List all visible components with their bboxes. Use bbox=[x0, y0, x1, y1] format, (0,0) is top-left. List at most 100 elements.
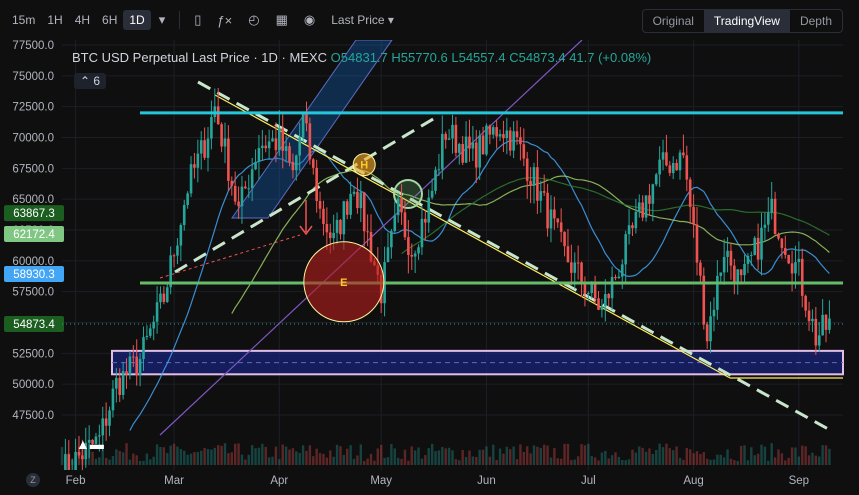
volume-bar bbox=[322, 453, 325, 465]
volume-bar bbox=[359, 444, 363, 465]
view-mode-tradingview[interactable]: TradingView bbox=[703, 10, 790, 32]
candle-body bbox=[688, 179, 692, 207]
volume-bar bbox=[688, 449, 692, 465]
candle-body bbox=[495, 127, 498, 137]
candle-body bbox=[328, 232, 332, 239]
volume-bar bbox=[481, 449, 485, 465]
candle-body bbox=[261, 145, 264, 149]
chevron-down-icon[interactable]: ▾ bbox=[159, 12, 166, 28]
candle-body bbox=[777, 234, 780, 239]
x-tick-label: Aug bbox=[683, 475, 703, 487]
candle-body bbox=[148, 328, 152, 336]
candle-body bbox=[553, 209, 556, 219]
candle-body bbox=[763, 224, 767, 228]
candle-body bbox=[770, 198, 773, 213]
candle-body bbox=[644, 195, 648, 218]
candle-body bbox=[746, 255, 750, 264]
candle-body bbox=[240, 186, 244, 207]
volume-bar bbox=[736, 460, 739, 465]
volume-bar bbox=[312, 456, 315, 465]
x-tick-label: Mar bbox=[164, 475, 184, 487]
indicators-icon[interactable]: ƒ× bbox=[217, 13, 232, 28]
candle-body bbox=[604, 294, 607, 307]
volume-bar bbox=[128, 459, 132, 465]
candle-body bbox=[162, 293, 166, 302]
volume-bar bbox=[604, 450, 607, 465]
annotation-label: H bbox=[360, 160, 368, 172]
volume-bar bbox=[705, 458, 709, 465]
candle-body bbox=[318, 200, 322, 209]
volume-bar bbox=[712, 459, 716, 465]
dashboard-icon[interactable]: ◴ bbox=[248, 12, 259, 28]
volume-bar bbox=[390, 443, 393, 465]
candle-body bbox=[210, 117, 213, 139]
indicator-toggle[interactable]: ⌃ 6 bbox=[74, 73, 107, 89]
candle-body bbox=[138, 359, 142, 376]
candle-body bbox=[468, 136, 471, 149]
candle-body bbox=[617, 276, 621, 279]
candle-body bbox=[692, 206, 695, 225]
volume-bar bbox=[580, 444, 583, 465]
volume-bar bbox=[169, 445, 172, 465]
candle-body bbox=[278, 128, 281, 151]
y-tick-label: 67500.0 bbox=[12, 163, 54, 175]
volume-bar bbox=[121, 452, 125, 465]
volume-bar bbox=[115, 449, 118, 465]
candle-body bbox=[257, 148, 261, 162]
view-mode-original[interactable]: Original bbox=[643, 10, 704, 32]
candle-body bbox=[529, 180, 532, 186]
volume-bar bbox=[471, 456, 475, 465]
volume-bar bbox=[542, 444, 546, 465]
volume-bar bbox=[356, 455, 359, 465]
timeframe-15m[interactable]: 15m bbox=[6, 10, 41, 30]
candle-body bbox=[515, 131, 519, 138]
volume-bar bbox=[787, 457, 790, 465]
candle-body bbox=[104, 418, 108, 426]
timeframe-1d[interactable]: 1D bbox=[123, 10, 151, 30]
price-chart[interactable]: 47500.050000.052500.055000.057500.060000… bbox=[0, 40, 859, 470]
candle-body bbox=[155, 302, 159, 322]
timeframe-4h[interactable]: 4H bbox=[69, 10, 96, 30]
volume-bar bbox=[512, 446, 515, 465]
volume-bar bbox=[583, 445, 587, 465]
candle-body bbox=[502, 134, 505, 139]
candle-body bbox=[525, 158, 529, 181]
camera-icon[interactable]: ◉ bbox=[304, 12, 315, 28]
volume-bar bbox=[675, 446, 678, 465]
symbol-title: BTC USD Perpetual Last Price · 1D · MEXC bbox=[72, 50, 328, 65]
candle-body bbox=[264, 145, 268, 149]
candle-body bbox=[787, 254, 790, 264]
chevron-up-icon: ⌃ bbox=[80, 74, 91, 88]
candle-body bbox=[227, 138, 230, 181]
volume-bar bbox=[407, 460, 410, 465]
volume-bar bbox=[366, 458, 369, 465]
candle-body bbox=[366, 231, 369, 233]
candle-body bbox=[179, 225, 183, 246]
candle-body bbox=[658, 159, 661, 175]
volume-bar bbox=[196, 452, 200, 465]
candle-body bbox=[430, 190, 434, 198]
volume-bar bbox=[413, 450, 417, 465]
candle-body bbox=[712, 309, 716, 317]
price-label-text: 58930.3 bbox=[13, 269, 55, 281]
x-tick-label: Sep bbox=[789, 475, 809, 487]
zoom-icon[interactable]: Z bbox=[26, 473, 40, 487]
layout-icon[interactable]: ▦ bbox=[276, 12, 288, 28]
candle-body bbox=[607, 294, 610, 299]
volume-bar bbox=[485, 446, 488, 465]
timeframe-6h[interactable]: 6H bbox=[96, 10, 123, 30]
volume-bar bbox=[288, 449, 291, 465]
volume-bar bbox=[346, 448, 349, 465]
volume-bar bbox=[451, 450, 454, 465]
volume-bar bbox=[665, 443, 668, 465]
candle-style-icon[interactable]: ▯ bbox=[194, 12, 201, 28]
candle-body bbox=[298, 137, 301, 156]
candle-body bbox=[733, 265, 736, 285]
candle-body bbox=[64, 454, 67, 470]
volume-bar bbox=[376, 448, 379, 465]
price-mode-select[interactable]: Last Price ▾ bbox=[331, 13, 394, 27]
view-mode-depth[interactable]: Depth bbox=[790, 10, 842, 32]
candle-body bbox=[505, 130, 509, 139]
volume-bar bbox=[176, 446, 179, 465]
timeframe-1h[interactable]: 1H bbox=[41, 10, 68, 30]
